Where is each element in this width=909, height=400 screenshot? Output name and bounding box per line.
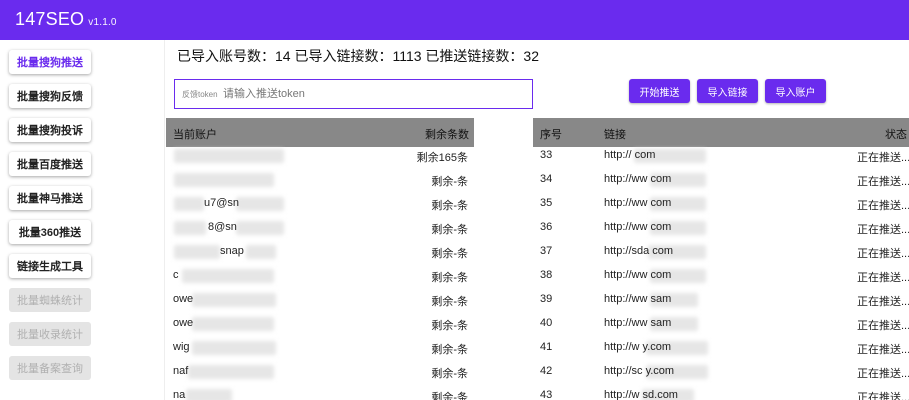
account-cell: naf: [173, 365, 189, 377]
link-cell: http://ww com: [604, 269, 672, 281]
account-cell: snap: [220, 245, 244, 257]
sidebar-item-sogou-feedback[interactable]: 批量搜狗反馈: [9, 84, 91, 108]
account-cell: 8@sn: [208, 221, 237, 233]
app-brand: 147SEO v1.1.0: [15, 9, 117, 30]
account-cell: wig: [173, 341, 190, 353]
app-version: v1.1.0: [88, 17, 117, 28]
index-cell: 41: [540, 341, 553, 353]
account-cell: c: [173, 269, 179, 281]
index-cell: 37: [540, 245, 553, 257]
link-cell: http://sc y.com: [604, 365, 675, 377]
top-app-bar: 147SEO v1.1.0: [0, 0, 909, 40]
index-cell: 35: [540, 197, 553, 209]
remaining-cell: 剩余-条: [431, 320, 468, 332]
table-row[interactable]: 8@sn 剩余-条 36 http://ww com 正在推送...: [0, 216, 909, 240]
account-cell: owe: [173, 293, 194, 305]
status-cell: 正在推送...: [857, 248, 909, 260]
status-cell: 正在推送...: [857, 152, 909, 164]
remaining-cell: 剩余165条: [416, 152, 468, 164]
remaining-cell: 剩余-条: [431, 392, 468, 400]
status-cell: 正在推送...: [857, 368, 909, 380]
status-cell: 正在推送...: [857, 272, 909, 284]
table-row[interactable]: snap 剩余-条 37 http://sda com 正在推送...: [0, 240, 909, 264]
link-cell: http://ww com: [604, 221, 672, 233]
table-row[interactable]: 剩余165条 33 http:// com 正在推送...: [0, 144, 909, 168]
account-cell: u7@sn: [204, 197, 240, 209]
link-cell: http://ww com: [604, 197, 672, 209]
table-row[interactable]: naf 剩余-条 42 http://sc y.com 正在推送...: [0, 360, 909, 384]
token-field[interactable]: 反馈token: [174, 79, 533, 109]
remaining-cell: 剩余-条: [431, 344, 468, 356]
link-cell: http://sda com: [604, 245, 674, 257]
table-row[interactable]: 剩余-条 34 http://ww com 正在推送...: [0, 168, 909, 192]
remaining-cell: 剩余-条: [431, 224, 468, 236]
remaining-cell: 剩余-条: [431, 368, 468, 380]
links-table-header: 序号 链接 状态: [533, 118, 909, 147]
index-cell: 38: [540, 269, 553, 281]
status-cell: 正在推送...: [857, 320, 909, 332]
remaining-cell: 剩余-条: [431, 200, 468, 212]
remaining-cell: 剩余-条: [431, 248, 468, 260]
app-title: 147SEO: [15, 9, 85, 29]
header-index: 序号: [540, 129, 562, 141]
token-label: 反馈token: [182, 90, 218, 99]
account-cell: owe: [173, 317, 194, 329]
link-cell: http://ww sam: [604, 317, 672, 329]
start-push-button[interactable]: 开始推送: [629, 79, 690, 103]
link-cell: http:// com: [604, 149, 656, 161]
index-cell: 42: [540, 365, 553, 377]
account-cell: na: [173, 389, 186, 400]
index-cell: 34: [540, 173, 553, 185]
status-cell: 正在推送...: [857, 224, 909, 236]
index-cell: 43: [540, 389, 553, 400]
status-cell: 正在推送...: [857, 392, 909, 400]
accounts-table-header: 当前账户 剩余条数: [166, 118, 474, 147]
status-cell: 正在推送...: [857, 344, 909, 356]
header-remaining: 剩余条数: [425, 129, 469, 141]
import-stats: 已导入账号数：14 已导入链接数：1113 已推送链接数：32: [177, 48, 539, 64]
link-cell: http://ww com: [604, 173, 672, 185]
header-account: 当前账户: [173, 129, 217, 141]
import-links-button[interactable]: 导入链接: [697, 79, 758, 103]
remaining-cell: 剩余-条: [431, 272, 468, 284]
sidebar-item-sogou-push[interactable]: 批量搜狗推送: [9, 50, 91, 74]
header-status: 状态: [885, 129, 907, 141]
link-cell: http://w sd.com: [604, 389, 678, 400]
link-cell: http://w y.com: [604, 341, 672, 353]
status-cell: 正在推送...: [857, 200, 909, 212]
index-cell: 39: [540, 293, 553, 305]
import-accounts-button[interactable]: 导入账户: [765, 79, 826, 103]
status-cell: 正在推送...: [857, 176, 909, 188]
index-cell: 33: [540, 149, 553, 161]
table-row[interactable]: na 剩余-条 43 http://w sd.com 正在推送...: [0, 384, 909, 400]
index-cell: 36: [540, 221, 553, 233]
table-row[interactable]: c 剩余-条 38 http://ww com 正在推送...: [0, 264, 909, 288]
table-row[interactable]: owe 剩余-条 39 http://ww sam 正在推送...: [0, 288, 909, 312]
link-cell: http://ww sam: [604, 293, 672, 305]
header-link: 链接: [604, 129, 626, 141]
table-row[interactable]: u7@sn 剩余-条 35 http://ww com 正在推送...: [0, 192, 909, 216]
index-cell: 40: [540, 317, 553, 329]
remaining-cell: 剩余-条: [431, 296, 468, 308]
status-cell: 正在推送...: [857, 296, 909, 308]
table-row[interactable]: owe 剩余-条 40 http://ww sam 正在推送...: [0, 312, 909, 336]
table-row[interactable]: wig 剩余-条 41 http://w y.com 正在推送...: [0, 336, 909, 360]
remaining-cell: 剩余-条: [431, 176, 468, 188]
sidebar-item-sogou-complaint[interactable]: 批量搜狗投诉: [9, 118, 91, 142]
token-input[interactable]: [223, 84, 523, 104]
